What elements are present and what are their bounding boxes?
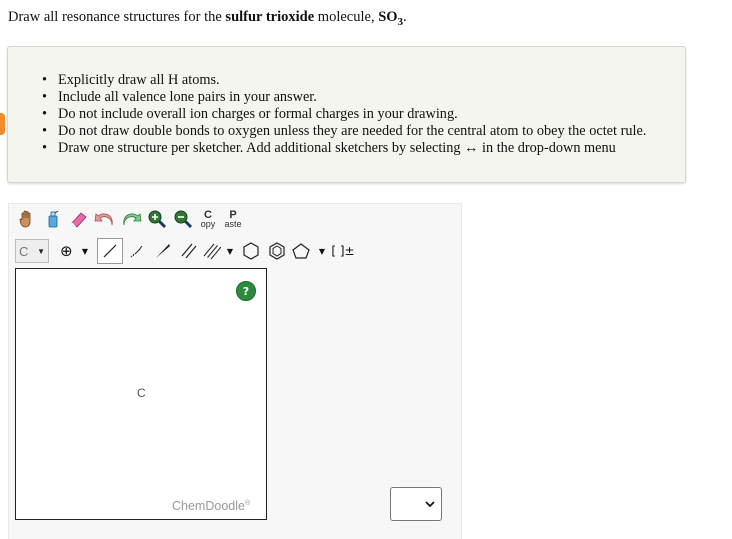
question-prefix: Draw all resonance structures for the: [8, 9, 226, 25]
instructions-list: Explicitly draw all H atoms. Include all…: [42, 72, 646, 157]
question-suffix: .: [403, 9, 407, 25]
formula: SO3: [378, 9, 404, 28]
chevron-down-icon: ▼: [37, 246, 45, 256]
single-bond-icon[interactable]: [97, 238, 123, 264]
hand-icon[interactable]: [15, 207, 39, 231]
side-tab-marker[interactable]: [0, 113, 5, 135]
double-bond-icon[interactable]: [177, 239, 201, 263]
instruction-item: Draw one structure per sketcher. Add add…: [42, 140, 646, 157]
zoom-in-icon[interactable]: [145, 207, 169, 231]
instruction-item: Do not include overall ion charges or fo…: [42, 106, 646, 123]
chevron-down-icon: ▼: [226, 246, 233, 256]
toolbar-row-2: C ▼ ⊕ ▼ ▼ ▼ []±: [15, 238, 357, 264]
question-text: Draw all resonance structures for the su…: [8, 9, 407, 28]
redo-icon[interactable]: [119, 207, 143, 231]
question-bold-term: sulfur trioxide: [225, 9, 315, 25]
bracket-tool[interactable]: [ ]±: [331, 239, 355, 263]
wedge-bond-icon[interactable]: [151, 239, 175, 263]
instruction-item: Include all valence lone pairs in your a…: [42, 89, 646, 106]
copy-button[interactable]: C opy: [197, 207, 219, 231]
chevron-down-icon: ▼: [318, 246, 325, 256]
instructions-box: Explicitly draw all H atoms. Include all…: [7, 46, 686, 183]
chevron-down-icon: ▼: [81, 246, 88, 256]
hashed-bond-icon[interactable]: [125, 239, 149, 263]
help-icon[interactable]: ?: [236, 281, 256, 301]
clear-icon[interactable]: [41, 207, 65, 231]
question-middle: molecule,: [314, 9, 379, 25]
charge-tool[interactable]: ⊕ ▼: [57, 239, 91, 263]
chevron-down-icon: [425, 501, 435, 508]
element-selector[interactable]: C ▼: [15, 239, 49, 263]
sketcher-options-dropdown[interactable]: [390, 487, 442, 521]
instruction-item: Do not draw double bonds to oxygen unles…: [42, 123, 646, 140]
instruction-item: Explicitly draw all H atoms.: [42, 72, 646, 89]
benzene-icon[interactable]: [265, 239, 289, 263]
cyclopentane-icon[interactable]: ▼: [291, 239, 325, 263]
zoom-out-icon[interactable]: [171, 207, 195, 231]
toolbar-row-1: C opy P aste: [15, 207, 247, 231]
sketch-canvas[interactable]: ? C ChemDoodle®: [15, 268, 267, 520]
chemdoodle-logo: ChemDoodle®: [172, 499, 251, 513]
eraser-icon[interactable]: [67, 207, 91, 231]
paste-button[interactable]: P aste: [221, 207, 245, 231]
cyclohexane-icon[interactable]: [239, 239, 263, 263]
canvas-atom-label[interactable]: C: [137, 386, 146, 400]
triple-bond-icon[interactable]: ▼: [203, 239, 233, 263]
undo-icon[interactable]: [93, 207, 117, 231]
